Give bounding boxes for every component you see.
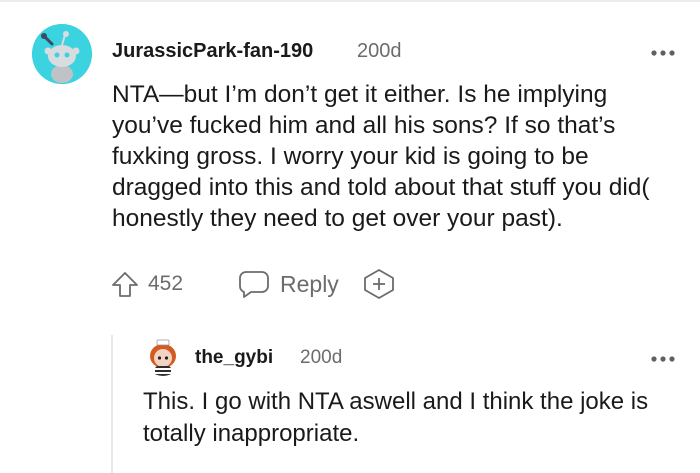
reply-label: Reply: [280, 270, 339, 297]
reply-timestamp[interactable]: 200d: [300, 347, 342, 369]
comment-username[interactable]: JurassicPark-fan-190: [112, 40, 313, 63]
user-avatar[interactable]: [32, 24, 92, 84]
more-horizontal-icon: [651, 356, 675, 362]
more-horizontal-icon: [651, 50, 675, 56]
reply-more-options-icon[interactable]: [649, 350, 679, 364]
comment-body: NTA—but I’m don’t get it either. Is he i…: [112, 81, 650, 232]
comment-timestamp[interactable]: 200d: [357, 40, 402, 63]
upvote-count: 452: [148, 272, 184, 295]
reply-username[interactable]: the_gybi: [195, 347, 273, 369]
thread-line[interactable]: [111, 335, 113, 473]
more-options-icon[interactable]: [649, 44, 679, 58]
custom-avatar-icon: [150, 339, 176, 376]
award-plus-icon: [364, 269, 394, 299]
upvote-button[interactable]: 452: [110, 268, 183, 300]
reply-bubble-icon: [239, 271, 269, 298]
upvote-arrow-icon: [112, 272, 138, 297]
award-button[interactable]: [362, 268, 396, 300]
reply-body: This. I go with NTA aswell and I think t…: [143, 388, 649, 447]
top-divider: [0, 0, 700, 2]
reply-user-avatar[interactable]: [144, 338, 182, 376]
reply-button[interactable]: Reply: [238, 268, 339, 300]
snoo-avatar-icon: [32, 24, 92, 84]
